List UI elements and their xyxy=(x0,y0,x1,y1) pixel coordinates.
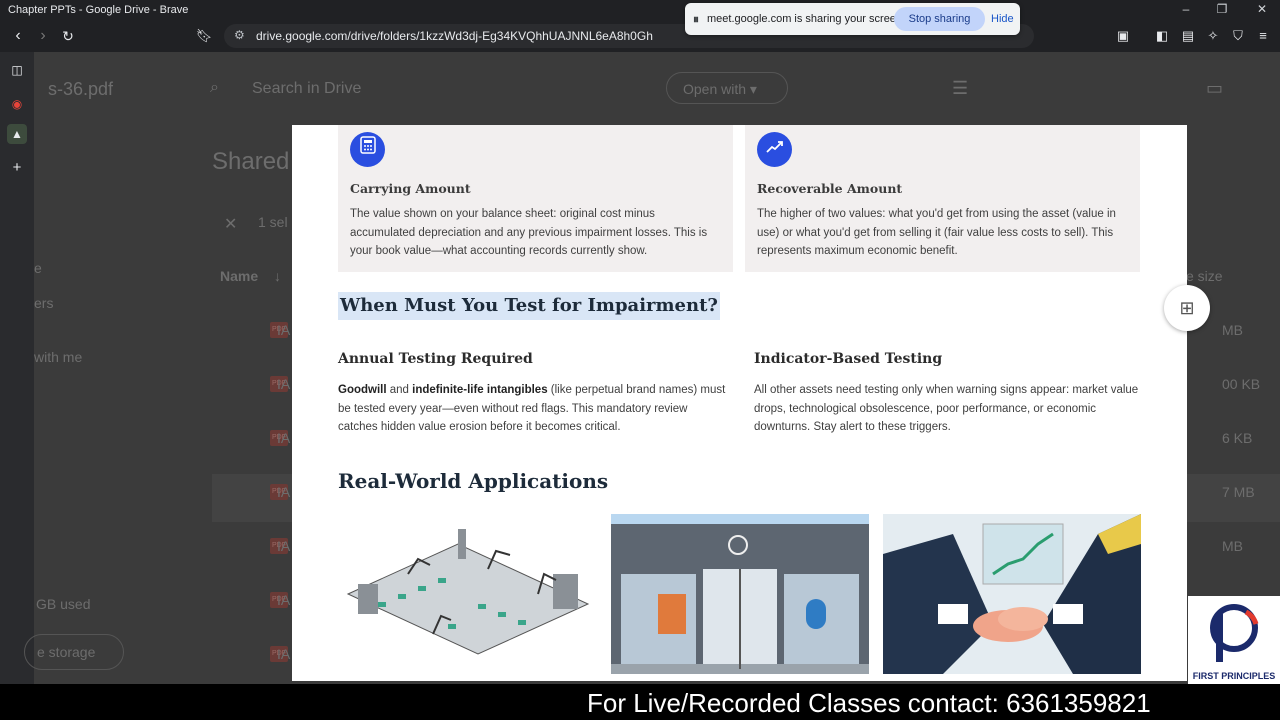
contact-banner: For Live/Recorded Classes contact: 63613… xyxy=(0,684,1280,720)
file-size: 7 MB xyxy=(1222,484,1255,500)
menu-icon[interactable]: ≡ xyxy=(1255,28,1271,44)
sidebar-panel-icon[interactable]: ◫ xyxy=(9,62,25,78)
clear-selection-icon: ✕ xyxy=(224,216,238,233)
forward-icon[interactable]: › xyxy=(33,26,53,46)
annual-testing-text: Goodwill and indefinite-life intangibles… xyxy=(338,381,728,437)
screenshot-icon[interactable]: ▣ xyxy=(1115,28,1131,44)
close-window-icon[interactable]: ✕ xyxy=(1254,2,1270,16)
bold-term: indefinite-life intangibles xyxy=(412,384,548,396)
storage-used-text: GB used xyxy=(36,596,91,612)
name-column-header: Name xyxy=(220,268,259,284)
pause-icon: ⏸ xyxy=(693,12,700,26)
handshake-illustration xyxy=(883,514,1141,674)
row-name-fragment: IA xyxy=(277,322,291,338)
browser-toolbar: ‹ › ↻ 🔖︎ ⚙ drive.google.com/drive/folder… xyxy=(0,20,1280,52)
nav-fragment-3: with me xyxy=(34,349,83,365)
share-message: meet.google.com is sharing your screen. xyxy=(707,13,906,25)
factory-illustration xyxy=(338,514,596,674)
hide-button[interactable]: Hide xyxy=(991,13,1014,25)
browser-side-rail: ◫ ◉ ▲ + xyxy=(0,52,34,684)
window-title-bar: Chapter PPTs - Google Drive - Brave – ❐ … xyxy=(0,0,1280,20)
logo-mark xyxy=(1210,604,1259,662)
open-with-label: Open with xyxy=(683,81,747,97)
first-principles-logo: FIRST PRINCIPLES xyxy=(1188,596,1280,684)
screen-share-banner: ⏸ meet.google.com is sharing your screen… xyxy=(685,3,1020,35)
annual-testing-heading: Annual Testing Required xyxy=(338,351,533,367)
bookmark-icon[interactable]: 🔖︎ xyxy=(194,26,214,46)
leo-ai-icon[interactable]: ✧ xyxy=(1205,28,1221,44)
folder-icon: ▭ xyxy=(1206,78,1224,98)
card-text: The higher of two values: what you'd get… xyxy=(757,208,1116,257)
row-name-fragment: IA xyxy=(277,430,291,446)
row-name-fragment: IA xyxy=(277,538,291,554)
shared-heading-fragment: Shared xyxy=(212,148,290,175)
indicator-testing-heading: Indicator-Based Testing xyxy=(754,351,943,367)
storefront-illustration xyxy=(611,514,869,674)
size-column-header: e size xyxy=(1186,268,1223,284)
bold-term: Goodwill xyxy=(338,384,387,396)
row-name-fragment: IA xyxy=(277,376,291,392)
sort-arrow-icon: ↓ xyxy=(274,268,281,284)
trend-chart-icon xyxy=(757,132,792,167)
nav-fragment-1: e xyxy=(34,260,42,276)
restore-icon[interactable]: ❐ xyxy=(1214,2,1230,16)
applications-heading: Real-World Applications xyxy=(338,469,609,493)
filter-icon: ☰ xyxy=(952,78,969,98)
card-title: Carrying Amount xyxy=(350,181,471,196)
card-title: Recoverable Amount xyxy=(757,181,903,196)
record-icon[interactable]: ◉ xyxy=(9,96,25,112)
back-icon[interactable]: ‹ xyxy=(8,26,28,46)
url-text: drive.google.com/drive/folders/1kzzWd3dj… xyxy=(256,29,653,43)
file-size: 00 KB xyxy=(1222,376,1261,392)
nav-fragment-2: ers xyxy=(34,295,54,311)
file-name-fragment: s-36.pdf xyxy=(48,79,114,99)
get-storage-button: e storage xyxy=(24,634,124,670)
window-title: Chapter PPTs - Google Drive - Brave xyxy=(8,4,189,16)
recoverable-amount-card: Recoverable Amount The higher of two val… xyxy=(745,125,1140,272)
section-heading-impairment: When Must You Test for Impairment? xyxy=(338,292,720,320)
row-name-fragment: IA xyxy=(277,484,291,500)
minimize-icon[interactable]: – xyxy=(1178,2,1194,16)
file-size: MB xyxy=(1222,322,1243,338)
logo-brand-text: FIRST PRINCIPLES xyxy=(1192,671,1276,681)
calculator-icon xyxy=(350,132,385,167)
search-icon: ⌕ xyxy=(210,79,219,96)
row-name-fragment: IA xyxy=(277,592,291,608)
reload-icon[interactable]: ↻ xyxy=(58,26,78,46)
document-page[interactable]: Carrying Amount The value shown on your … xyxy=(292,125,1187,681)
storage-button-label: e storage xyxy=(37,644,96,660)
row-name-fragment: IA xyxy=(277,646,291,662)
sidebar-toggle-icon[interactable]: ◧ xyxy=(1154,28,1170,44)
add-comment-icon: ⊞ xyxy=(1179,298,1195,318)
carrying-amount-card: Carrying Amount The value shown on your … xyxy=(338,125,733,272)
connector-text: and xyxy=(386,384,413,396)
selected-count-fragment: 1 sel xyxy=(258,214,288,230)
indicator-testing-text: All other assets need testing only when … xyxy=(754,384,1139,433)
stop-sharing-button[interactable]: Stop sharing xyxy=(894,7,985,31)
file-size: 6 KB xyxy=(1222,430,1253,446)
contact-banner-text: For Live/Recorded Classes contact: 63613… xyxy=(587,688,1151,718)
open-with-button: Open with ▾ xyxy=(666,72,788,104)
file-size: MB xyxy=(1222,538,1243,554)
vpn-shield-icon[interactable]: ⛉ xyxy=(1230,28,1246,44)
add-panel-icon[interactable]: + xyxy=(9,160,25,176)
add-comment-button[interactable]: ⊞ xyxy=(1164,285,1210,331)
wallet-icon[interactable]: ▤ xyxy=(1180,28,1196,44)
drive-search-placeholder: Search in Drive xyxy=(252,80,362,97)
card-text: The value shown on your balance sheet: o… xyxy=(350,208,708,257)
site-settings-icon[interactable]: ⚙ xyxy=(234,28,245,42)
google-drive-icon[interactable]: ▲ xyxy=(7,124,27,144)
